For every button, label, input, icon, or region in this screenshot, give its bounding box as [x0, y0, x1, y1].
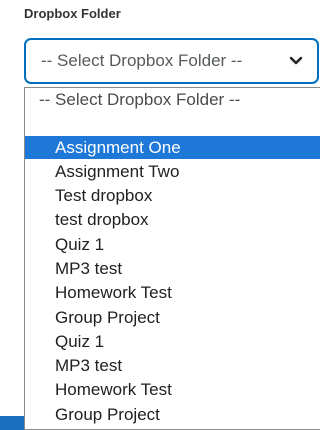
option-item[interactable]: Homework Test — [25, 281, 320, 304]
option-item[interactable]: Group Project — [25, 306, 320, 329]
option-item[interactable]: Assignment One — [25, 136, 320, 159]
option-item[interactable]: Quiz 1 — [25, 233, 320, 256]
option-placeholder[interactable]: -- Select Dropbox Folder -- — [25, 88, 320, 111]
option-item[interactable]: Test dropbox — [25, 184, 320, 207]
select-current-value: -- Select Dropbox Folder -- — [41, 51, 243, 70]
dropbox-folder-label: Dropbox Folder — [24, 6, 121, 21]
option-item[interactable]: MP3 test — [25, 354, 320, 377]
dropbox-folder-select[interactable]: -- Select Dropbox Folder -- — [25, 39, 318, 83]
option-item[interactable]: Assignment Two — [25, 160, 320, 183]
chevron-down-icon — [289, 56, 303, 65]
underlying-button-edge — [0, 416, 24, 430]
option-empty[interactable] — [25, 111, 320, 134]
dropbox-folder-options-list: -- Select Dropbox Folder -- Assignment O… — [24, 87, 320, 430]
option-item[interactable]: Group Project — [25, 403, 320, 426]
option-item[interactable]: MP3 test — [25, 257, 320, 280]
option-item[interactable]: Quiz 1 — [25, 330, 320, 353]
option-item[interactable]: test dropbox — [25, 208, 320, 231]
dropbox-folder-form: Dropbox Folder -- Select Dropbox Folder … — [0, 0, 320, 430]
option-item[interactable]: Homework Test — [25, 378, 320, 401]
